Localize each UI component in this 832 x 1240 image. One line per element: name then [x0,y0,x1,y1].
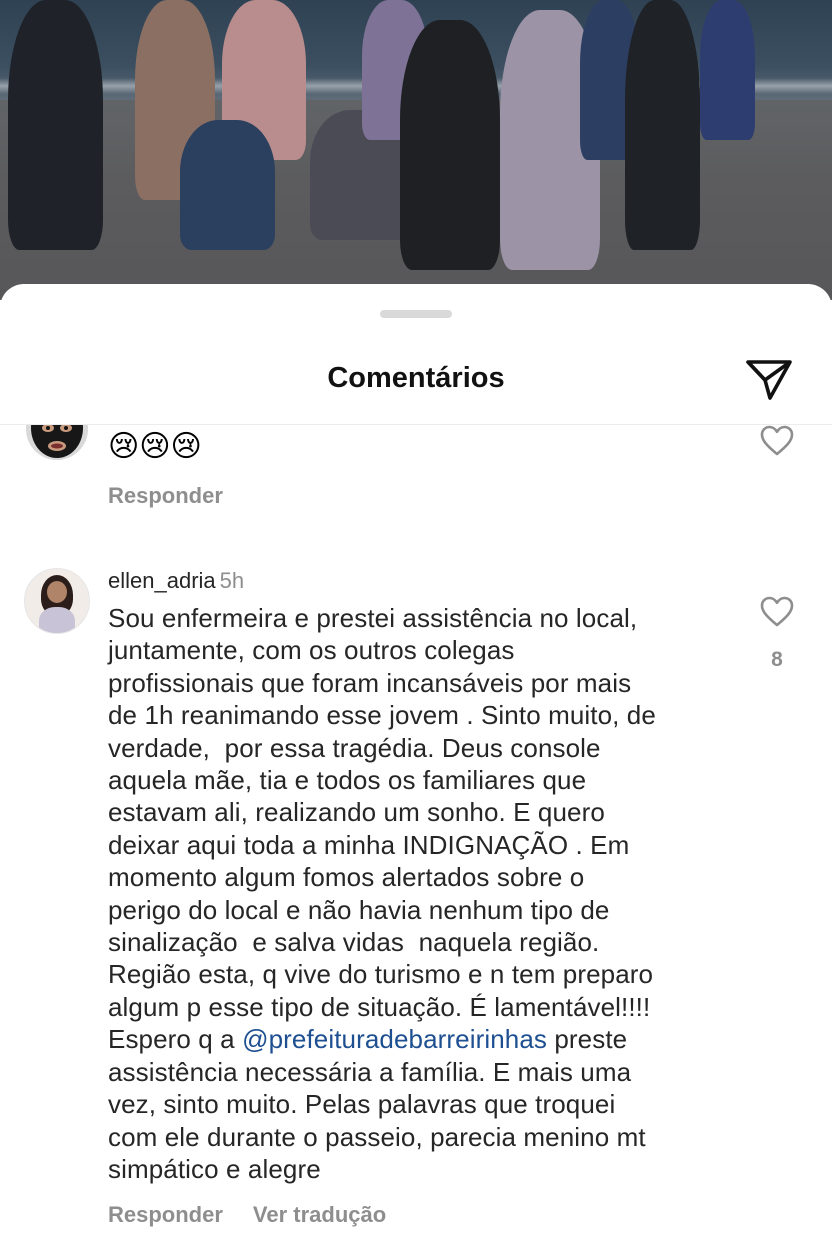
comment-username[interactable]: ellen_adria 5h [108,568,244,594]
comment-item: ellen_adria 5h Sou enfermeira e prestei a… [0,564,832,1240]
comment-actions: Responder Ver tradução [108,1202,416,1228]
comments-sheet: Comentários 😢😢😢 Responder ellen_adria 5h… [0,284,832,1240]
person-silhouette [8,0,103,250]
person-silhouette [180,120,275,250]
comment-text-part: Sou enfermeira e prestei assistência no … [108,603,656,1055]
person-silhouette [700,0,755,140]
comment-text: 😢😢😢 [108,429,202,464]
avatar[interactable] [26,425,88,460]
sheet-title: Comentários [327,362,505,394]
comment-item: 😢😢😢 Responder [0,425,832,525]
post-photo-background [0,0,832,300]
like-count: 8 [771,648,783,671]
username-text[interactable]: ellen_adria [108,568,216,593]
balaclava-avatar-image [26,425,88,460]
heart-outline-icon[interactable] [760,425,794,457]
comment-text: Sou enfermeira e prestei assistência no … [108,602,738,1185]
person-silhouette [625,0,700,250]
reply-button[interactable]: Responder [108,483,223,509]
translate-button[interactable]: Ver tradução [253,1202,386,1227]
reply-button[interactable]: Responder [108,1202,223,1227]
person-silhouette [400,20,500,270]
avatar[interactable] [24,568,90,634]
heart-outline-icon[interactable] [760,596,794,628]
mention-link[interactable]: @prefeituradebarreirinhas [242,1024,547,1054]
paper-plane-icon[interactable] [744,358,794,402]
comment-time: 5h [219,568,245,593]
sheet-grabber[interactable] [380,310,452,318]
avatar-face [47,581,67,603]
avatar-body [39,607,75,633]
